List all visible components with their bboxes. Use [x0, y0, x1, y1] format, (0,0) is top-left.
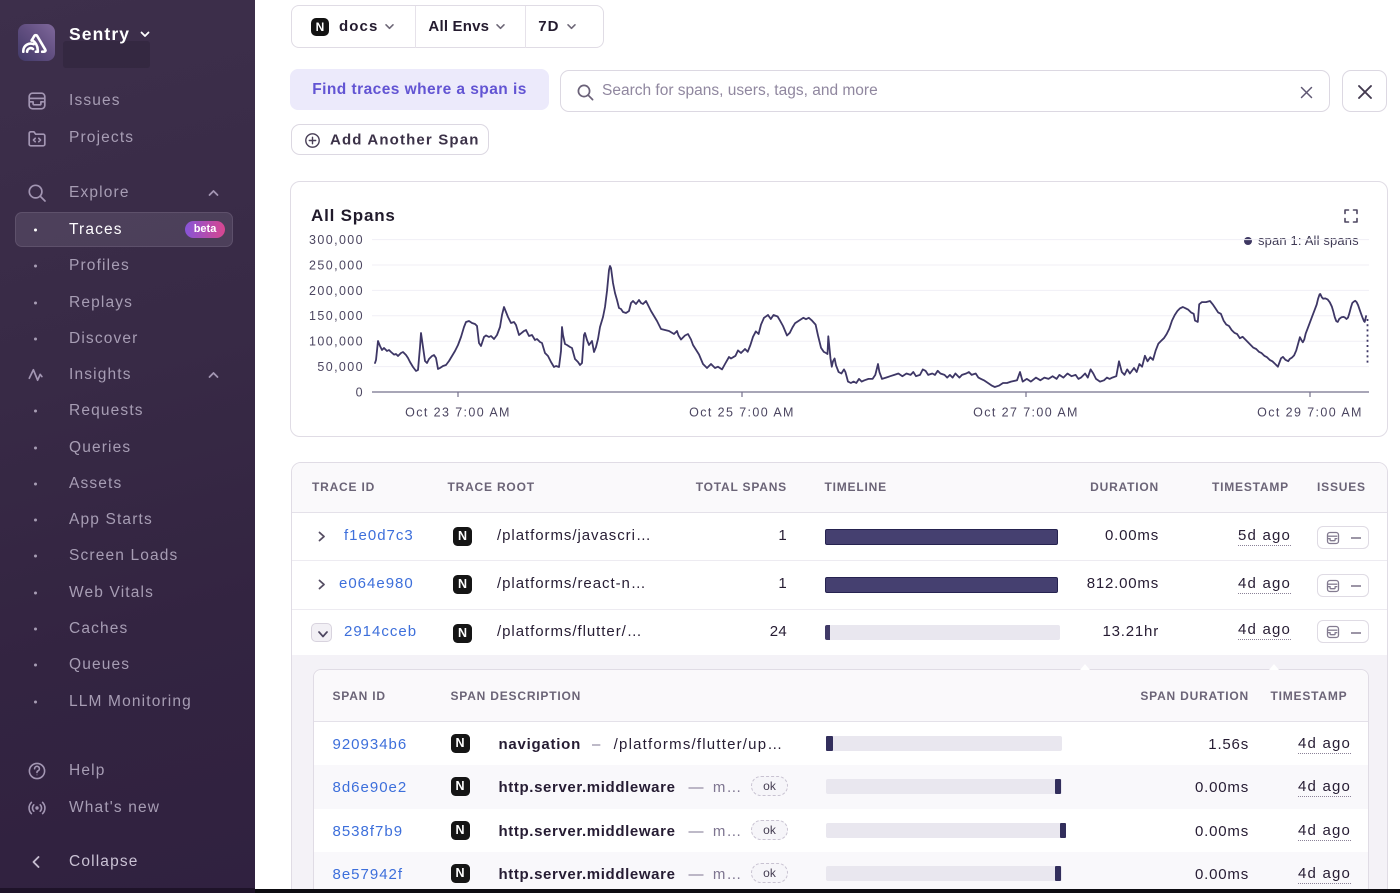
svg-text:300,000: 300,000: [309, 233, 364, 247]
svg-text:Oct 29 7:00 AM: Oct 29 7:00 AM: [1257, 406, 1363, 420]
svg-text:50,000: 50,000: [317, 360, 364, 374]
svg-text:Oct 27 7:00 AM: Oct 27 7:00 AM: [973, 406, 1079, 420]
svg-text:150,000: 150,000: [309, 309, 364, 323]
svg-text:200,000: 200,000: [309, 284, 364, 298]
svg-text:Oct 25 7:00 AM: Oct 25 7:00 AM: [689, 406, 795, 420]
svg-text:250,000: 250,000: [309, 258, 364, 272]
svg-text:Oct 23 7:00 AM: Oct 23 7:00 AM: [405, 406, 511, 420]
svg-text:0: 0: [356, 385, 364, 399]
svg-text:100,000: 100,000: [309, 335, 364, 349]
